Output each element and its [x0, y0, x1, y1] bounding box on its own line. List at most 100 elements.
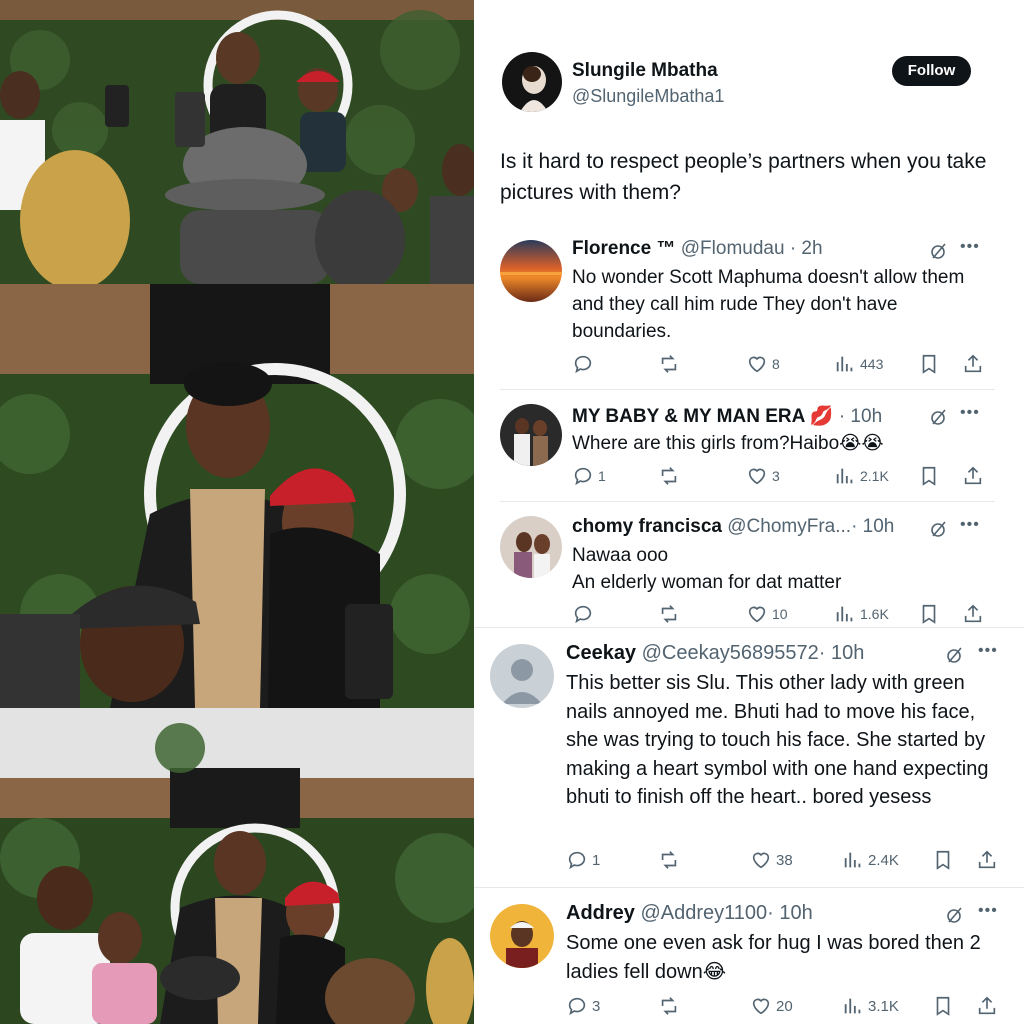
share-icon — [978, 850, 996, 869]
grok-icon[interactable] — [930, 520, 948, 538]
reply-item[interactable]: chomy francisca @ChomyFra...· 10h ••• Na… — [474, 502, 1024, 628]
reply-header: MY BABY & MY MAN ERA 💋 · 10h — [572, 404, 882, 428]
reply-avatar[interactable] — [490, 904, 554, 968]
like-button[interactable]: 10 — [746, 602, 788, 626]
reply-icon — [568, 997, 586, 1016]
reply-avatar[interactable] — [500, 240, 562, 302]
reply-author-handle[interactable]: @Ceekay56895572 — [642, 642, 819, 664]
bookmark-button[interactable] — [918, 464, 940, 488]
reply-item[interactable]: Addrey @Addrey1100· 10h ••• Some one eve… — [474, 888, 1024, 1024]
share-button[interactable] — [962, 602, 984, 626]
reply-author-handle[interactable]: @Addrey1100 — [640, 902, 767, 924]
repost-button[interactable] — [658, 464, 684, 488]
repost-button[interactable] — [658, 994, 684, 1018]
reply-author-name[interactable]: Florence ™ — [572, 238, 675, 259]
share-button[interactable] — [962, 464, 984, 488]
author-name[interactable]: Slungile Mbatha — [572, 60, 718, 82]
author-handle[interactable]: @SlungileMbatha1 — [572, 86, 724, 107]
reply-time[interactable]: · 10h — [767, 902, 813, 924]
reply-author-name[interactable]: MY BABY & MY MAN ERA 💋 — [572, 406, 834, 427]
more-icon[interactable]: ••• — [960, 238, 980, 256]
reply-actions: 1 38 2.4K — [566, 848, 1006, 872]
reply-author-handle[interactable]: @ChomyFra... — [727, 516, 851, 537]
bookmark-icon — [922, 604, 936, 624]
main-tweet: Slungile Mbatha @SlungileMbatha1 Follow … — [474, 0, 1024, 230]
views-button[interactable]: 1.6K — [834, 602, 889, 626]
grok-icon[interactable] — [930, 408, 948, 426]
bookmark-icon — [936, 996, 950, 1016]
photo-collage — [0, 0, 474, 1024]
reply-button[interactable] — [572, 352, 598, 376]
repost-icon — [661, 997, 677, 1015]
like-button[interactable]: 38 — [750, 848, 793, 872]
bookmark-button[interactable] — [932, 994, 954, 1018]
more-icon[interactable]: ••• — [960, 516, 980, 534]
event-photo-3[interactable] — [0, 708, 474, 1024]
reply-icon — [574, 355, 592, 374]
repost-button[interactable] — [658, 352, 684, 376]
reply-avatar[interactable] — [490, 644, 554, 708]
share-button[interactable] — [976, 994, 998, 1018]
follow-button[interactable]: Follow — [892, 56, 971, 86]
like-button[interactable]: 20 — [750, 994, 793, 1018]
bookmark-icon — [922, 354, 936, 374]
reply-text-line: An elderly woman for dat matter — [572, 572, 842, 593]
more-icon[interactable]: ••• — [978, 902, 998, 920]
like-icon — [752, 998, 770, 1015]
reply-header: Addrey @Addrey1100· 10h — [566, 902, 813, 925]
grok-icon[interactable] — [946, 646, 964, 664]
reply-button[interactable]: 3 — [566, 994, 600, 1018]
reply-time[interactable]: · 10h — [839, 406, 882, 427]
reply-button[interactable] — [572, 602, 598, 626]
reply-button[interactable]: 1 — [572, 464, 606, 488]
reply-header: chomy francisca @ChomyFra...· 10h — [572, 516, 894, 538]
views-button[interactable]: 2.1K — [834, 464, 889, 488]
reply-item[interactable]: MY BABY & MY MAN ERA 💋 · 10h ••• Where a… — [474, 390, 1024, 502]
author-avatar[interactable] — [502, 52, 562, 112]
repost-button[interactable] — [658, 602, 684, 626]
views-count: 443 — [860, 356, 884, 372]
views-count: 1.6K — [860, 606, 889, 622]
views-button[interactable]: 2.4K — [842, 848, 899, 872]
reply-actions: 8 443 — [572, 352, 992, 376]
repost-icon — [661, 851, 677, 869]
grok-icon[interactable] — [930, 242, 948, 260]
reply-time[interactable]: · 10h — [851, 516, 894, 537]
share-button[interactable] — [962, 352, 984, 376]
bookmark-button[interactable] — [918, 602, 940, 626]
reply-time[interactable]: · 10h — [819, 642, 865, 664]
event-photo-2[interactable] — [0, 284, 474, 708]
views-button[interactable]: 443 — [834, 352, 883, 376]
event-photo-1[interactable] — [0, 0, 474, 284]
more-icon[interactable]: ••• — [978, 642, 998, 660]
like-button[interactable]: 8 — [746, 352, 780, 376]
like-count: 20 — [776, 997, 793, 1015]
reply-author-name[interactable]: Ceekay — [566, 642, 636, 664]
bookmark-button[interactable] — [918, 352, 940, 376]
reply-time[interactable]: · 2h — [790, 238, 823, 259]
tweet-thread: Slungile Mbatha @SlungileMbatha1 Follow … — [474, 0, 1024, 1024]
views-icon — [836, 468, 853, 484]
repost-icon — [661, 467, 677, 485]
reply-author-name[interactable]: chomy francisca — [572, 516, 722, 537]
reply-author-name[interactable]: Addrey — [566, 902, 635, 924]
reply-author-handle[interactable]: @Flomudau — [681, 238, 785, 259]
post-text: Is it hard to respect people’s partners … — [500, 150, 987, 204]
like-button[interactable]: 3 — [746, 464, 780, 488]
grok-icon[interactable] — [946, 906, 964, 924]
reply-header: Florence ™ @Flomudau · 2h — [572, 238, 823, 260]
reply-item[interactable]: Florence ™ @Flomudau · 2h ••• No wonder … — [474, 230, 1024, 390]
share-button[interactable] — [976, 848, 998, 872]
views-button[interactable]: 3.1K — [842, 994, 899, 1018]
reply-avatar[interactable] — [500, 404, 562, 466]
reply-item[interactable]: Ceekay @Ceekay56895572· 10h ••• This bet… — [474, 628, 1024, 888]
more-icon[interactable]: ••• — [960, 404, 980, 422]
repost-button[interactable] — [658, 848, 684, 872]
reply-actions: 3 20 3.1K — [566, 994, 1006, 1018]
bookmark-button[interactable] — [932, 848, 954, 872]
reply-button[interactable]: 1 — [566, 848, 600, 872]
reply-avatar[interactable] — [500, 516, 562, 578]
reply-count: 3 — [592, 997, 601, 1015]
like-count: 10 — [772, 606, 788, 622]
like-icon — [752, 852, 770, 869]
